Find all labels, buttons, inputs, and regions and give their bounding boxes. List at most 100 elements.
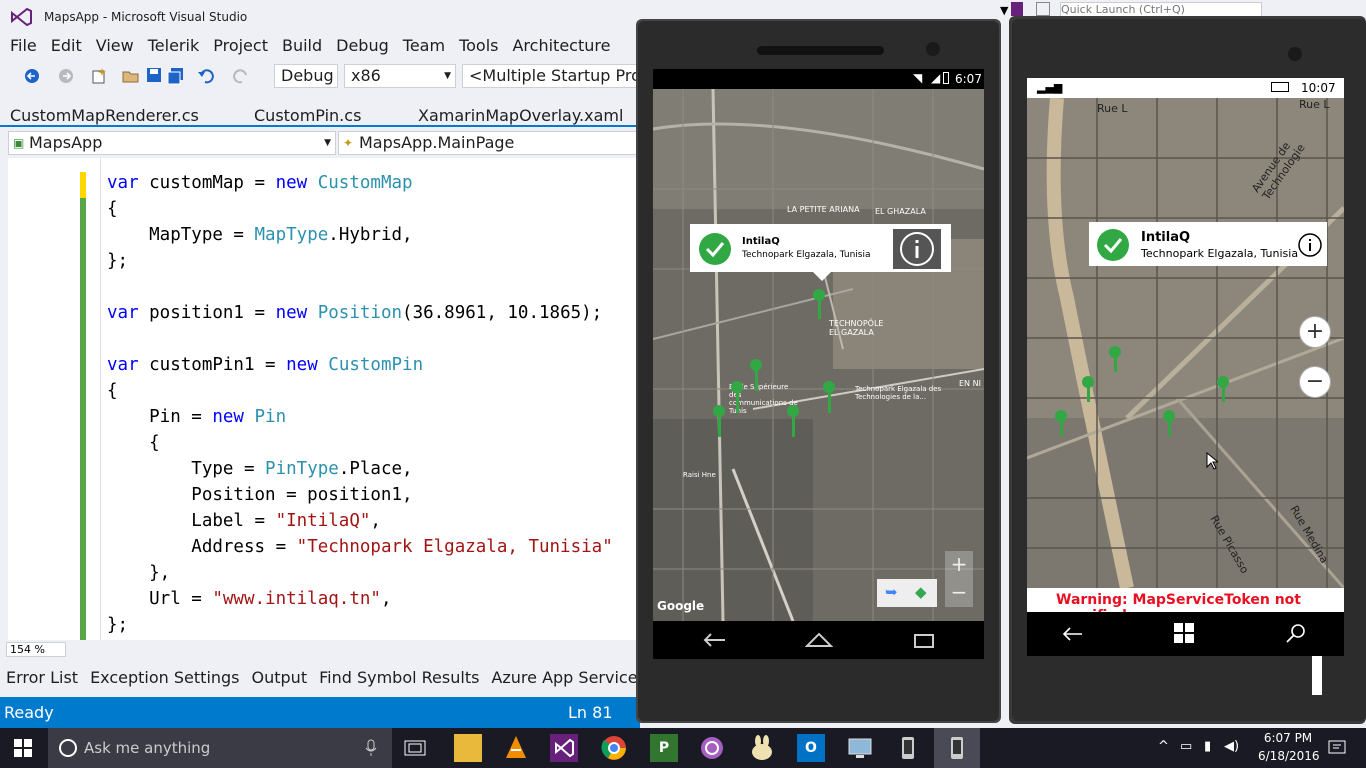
solution-platform-select[interactable]: x86 ▼ [344,64,456,88]
menu-telerik[interactable]: Telerik [148,36,199,55]
home-nav-icon[interactable] [805,630,833,650]
document-tabs: CustomMapRenderer.cs CustomPin.cs Xamari… [0,99,640,127]
map-pin[interactable] [813,289,825,319]
map-pin[interactable] [1109,346,1121,372]
pin-info-callout[interactable]: IntilaQ Technopark Elgazala, Tunisia [1089,222,1327,266]
menu-architecture[interactable]: Architecture [512,36,610,55]
outlook-icon[interactable]: O [797,734,825,762]
map-pin[interactable] [731,381,743,413]
visual-studio-icon[interactable] [550,734,578,762]
battery-icon[interactable]: ▮ [1204,739,1211,754]
open-maps-button[interactable]: ◆ [907,579,937,607]
tab-custommaprenderer[interactable]: CustomMapRenderer.cs [10,106,199,125]
android-map[interactable]: LA PETITE ARIANA EL GHAZALA TECHNOPÔLE E… [653,89,984,621]
map-pin[interactable] [1055,410,1067,436]
menu-build[interactable]: Build [282,36,322,55]
menu-team[interactable]: Team [403,36,445,55]
tab-error-list[interactable]: Error List [6,668,78,687]
map-pin[interactable] [1163,410,1175,436]
info-icon[interactable] [1297,232,1323,258]
code-line: Pin = new Pin [107,407,287,427]
project-icon[interactable]: P [650,734,678,762]
startup-project-select[interactable]: <Multiple Startup Projects> [462,64,640,88]
phone-emulator-icon[interactable] [894,734,922,762]
windows-start-icon[interactable] [1173,622,1195,644]
info-button[interactable] [893,229,941,269]
save-icon[interactable] [146,67,162,83]
directions-button[interactable]: ➥ [877,579,907,607]
tab-exception-settings[interactable]: Exception Settings [90,668,239,687]
zoom-in-button[interactable]: + [1299,316,1331,348]
back-nav-icon[interactable] [701,630,729,650]
undo-icon[interactable] [197,67,215,85]
task-view-icon[interactable] [404,740,426,756]
zoom-out-button[interactable]: − [945,579,973,607]
monitor-app-icon[interactable] [846,734,874,762]
action-center-icon[interactable] [1328,739,1346,757]
volume-icon[interactable]: ◀) [1224,739,1239,754]
project-dropdown[interactable]: ▣ MapsApp ▼ [8,131,336,155]
code-editor[interactable]: var customMap = new CustomMap { MapType … [8,158,640,640]
solution-configuration-select[interactable]: Debug [274,64,338,88]
pin-info-callout[interactable]: IntilaQ Technopark Elgazala, Tunisia [690,224,951,281]
back-nav-icon[interactable] [1061,624,1085,644]
callout-title: IntilaQ [1141,230,1191,245]
camera-icon [926,42,940,56]
windows-start-icon[interactable] [14,739,32,757]
tab-azure-app-service-activity[interactable]: Azure App Service Activity [491,668,640,687]
back-icon[interactable] [24,68,40,84]
clock-date[interactable]: 6/18/2016 [1258,749,1320,763]
map-pin[interactable] [823,381,835,413]
chrome-icon[interactable] [600,734,628,762]
phone-emulator-icon[interactable] [943,734,971,762]
zoom-in-button[interactable]: + [945,551,973,579]
filter-icon[interactable]: ▼ [1000,4,1008,17]
map-pin[interactable] [787,405,799,437]
status-bar: Ready Ln 81 [0,697,640,728]
status-text: Ready [4,703,54,722]
map-label: Technopark Elgazala des Technologies de … [855,385,942,401]
tab-xamarinmapoverlay[interactable]: XamarinMapOverlay.xaml [418,106,623,125]
tab-custompin[interactable]: CustomPin.cs [254,106,361,125]
zoom-out-button[interactable]: − [1299,366,1331,398]
feedback-icon[interactable] [1011,2,1023,16]
forward-icon[interactable] [58,68,74,84]
menu-project[interactable]: Project [213,36,268,55]
menu-view[interactable]: View [96,36,134,55]
notifications-icon[interactable] [1036,2,1050,16]
search-placeholder: Ask me anything [84,739,211,757]
recent-apps-icon[interactable] [909,630,937,650]
window-title: MapsApp - Microsoft Visual Studio [44,10,248,24]
map-pin[interactable] [713,405,725,437]
clock-time[interactable]: 6:07 PM [1258,731,1318,745]
cortana-search-box[interactable]: Ask me anything [48,728,392,768]
code-line: Address = "Technopark Elgazala, Tunisia" [107,537,613,557]
new-project-icon[interactable] [90,67,108,85]
tab-find-symbol-results[interactable]: Find Symbol Results [319,668,479,687]
camera-icon [1288,47,1302,61]
network-icon[interactable]: ▭ [1180,739,1192,754]
line-number: Ln 81 [568,703,613,722]
vlc-icon[interactable] [502,734,530,762]
microphone-icon[interactable] [364,739,378,757]
rabbit-app-icon[interactable] [748,734,776,762]
wp-map[interactable]: Rue L Avenue de Technologie Rue Picasso … [1027,98,1344,588]
search-nav-icon[interactable] [1285,622,1307,644]
map-pin[interactable] [750,359,762,391]
member-dropdown[interactable]: ✦ MapsApp.MainPage [338,131,640,155]
open-file-icon[interactable] [122,67,140,85]
show-hidden-icons-icon[interactable]: ^ [1158,739,1169,754]
emulator-scrollbar[interactable] [1312,655,1322,695]
zoom-level-select[interactable]: 154 % [6,642,66,657]
redo-icon[interactable] [232,67,250,85]
tab-output[interactable]: Output [252,668,308,687]
onenote-timer-icon[interactable] [698,734,726,762]
file-explorer-icon[interactable] [454,734,482,762]
map-pin[interactable] [1082,376,1094,402]
menu-tools[interactable]: Tools [459,36,498,55]
map-pin[interactable] [1217,376,1229,402]
menu-debug[interactable]: Debug [336,36,389,55]
menu-edit[interactable]: Edit [51,36,82,55]
save-all-icon[interactable] [167,67,185,85]
menu-file[interactable]: File [10,36,37,55]
